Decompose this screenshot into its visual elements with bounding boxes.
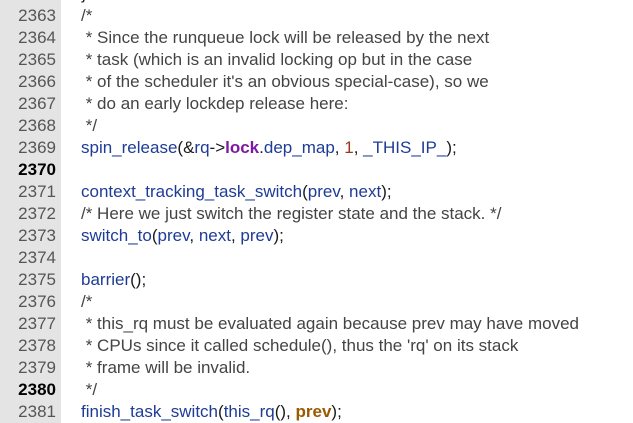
line-text: * CPUs since it called schedule(), thus … [81,335,519,357]
code-line[interactable]: 2381 finish_task_switch(this_rq(), prev); [0,401,633,423]
line-text: */ [81,379,97,401]
code-token: ); [273,226,284,245]
line-number: 2365 [18,50,56,69]
code-line[interactable]: 2374 [0,247,633,269]
code-line[interactable]: 2372 /* Here we just switch the register … [0,203,633,225]
line-text: * do an early lockdep release here: [81,93,349,115]
line-number: 2378 [18,336,56,355]
code-token: switch_to [81,226,152,245]
code-line[interactable]: 2369 spin_release(&rq->lock.dep_map, 1, _… [0,137,633,159]
code-token: prev [240,226,274,245]
line-number: 2374 [18,248,56,267]
code-line[interactable]: 2379 * frame will be invalid. [0,357,633,379]
code-line[interactable]: 2365 * task (which is an invalid locking… [0,49,633,71]
line-number: 2377 [18,314,56,333]
code-token: prev [307,182,340,201]
code-line[interactable]: 2380 */ [0,379,633,401]
code-token: this_rq [223,402,275,421]
line-number: 2373 [18,226,56,245]
code-token: next [198,226,231,245]
line-text: finish_task_switch(this_rq(), prev); [81,401,342,423]
line-text: /* Here we just switch the register stat… [81,203,501,225]
code-line[interactable]: 2363 /* [0,5,633,27]
code-line[interactable]: 2368 */ [0,115,633,137]
code-token: , [339,182,350,201]
code-line[interactable]: 2378 * CPUs since it called schedule(), … [0,335,633,357]
code-token: */ [81,116,98,135]
code-token: rq [194,138,210,157]
code-line[interactable]: 2373 switch_to(prev, next, prev); [0,225,633,247]
code-token: prev [295,402,332,421]
code-token: dep_map [263,138,335,157]
code-line[interactable]: 2366 * of the scheduler it's an obvious … [0,71,633,93]
line-number: 2379 [18,358,56,377]
line-text: spin_release(&rq->lock.dep_map, 1, _THIS… [81,137,457,159]
code-token: context_tracking_task_switch [81,182,303,201]
code-line[interactable]: 2367 * do an early lockdep release here: [0,93,633,115]
code-token: -> [209,138,226,157]
line-number: 2363 [18,6,56,25]
line-number: 2369 [18,138,56,157]
code-token: /* [81,292,93,311]
code-token: /* [81,6,93,25]
code-token: , [334,138,345,157]
line-text: switch_to(prev, next, prev); [81,225,284,247]
line-text: * this_rq must be evaluated again becaus… [81,313,579,335]
code-token: ); [381,182,392,201]
code-token: } [81,0,87,3]
code-view[interactable]: 2362}2363/*2364 * Since the runqueue loc… [0,0,633,423]
code-token: * of the scheduler it's an obvious speci… [81,72,489,91]
line-text: /* [81,5,92,27]
code-line[interactable]: 2364 * Since the runqueue lock will be r… [0,27,633,49]
line-text: context_tracking_task_switch(prev, next)… [81,181,392,203]
code-token: * Since the runqueue lock will be releas… [81,28,490,47]
code-token: barrier [81,270,131,289]
line-text: /* [81,291,92,313]
code-token: * frame will be invalid. [81,358,251,377]
line-number: 2371 [18,182,56,201]
line-number: 2364 [18,28,56,47]
code-token: 1 [344,138,354,157]
line-number: 2375 [18,270,56,289]
code-token: lock [225,138,260,157]
code-line[interactable]: 2370 [0,159,633,181]
line-text: * frame will be invalid. [81,357,250,379]
code-token: */ [81,380,98,399]
code-token: * task (which is an invalid locking op b… [81,50,473,69]
code-line[interactable]: 2371 context_tracking_task_switch(prev, n… [0,181,633,203]
code-token: ); [446,138,457,157]
line-number: 2370 [18,160,56,179]
code-token: , [230,226,241,245]
line-text: * Since the runqueue lock will be releas… [81,27,490,49]
code-token: next [349,182,382,201]
code-line[interactable]: 2377 * this_rq must be evaluated again b… [0,313,633,335]
code-token: finish_task_switch [81,402,219,421]
code-token: /* Here we just switch the register stat… [81,204,502,223]
line-number: 2381 [18,402,56,421]
code-line[interactable]: 2375 barrier(); [0,269,633,291]
code-token: _THIS_IP_ [363,138,447,157]
line-number: 2376 [18,292,56,311]
code-token: spin_release [81,138,178,157]
line-number: 2368 [18,116,56,135]
code-token: , [353,138,364,157]
line-number: 2380 [18,380,56,399]
code-token: * this_rq must be evaluated again becaus… [81,314,580,333]
code-token: prev [157,226,190,245]
code-token: (), [274,402,296,421]
line-number: 2372 [18,204,56,223]
code-token: * do an early lockdep release here: [81,94,349,113]
code-token: ); [331,402,342,421]
line-text: * of the scheduler it's an obvious speci… [81,71,489,93]
line-number: 2367 [18,94,56,113]
line-text: barrier(); [81,269,146,291]
code-line[interactable]: 2376 /* [0,291,633,313]
code-token: (); [130,270,147,289]
code-token: (& [177,138,195,157]
code-token: * CPUs since it called schedule(), thus … [81,336,519,355]
line-number: 2366 [18,72,56,91]
line-text: * task (which is an invalid locking op b… [81,49,473,71]
line-text: */ [81,115,97,137]
code-token: , [189,226,199,245]
